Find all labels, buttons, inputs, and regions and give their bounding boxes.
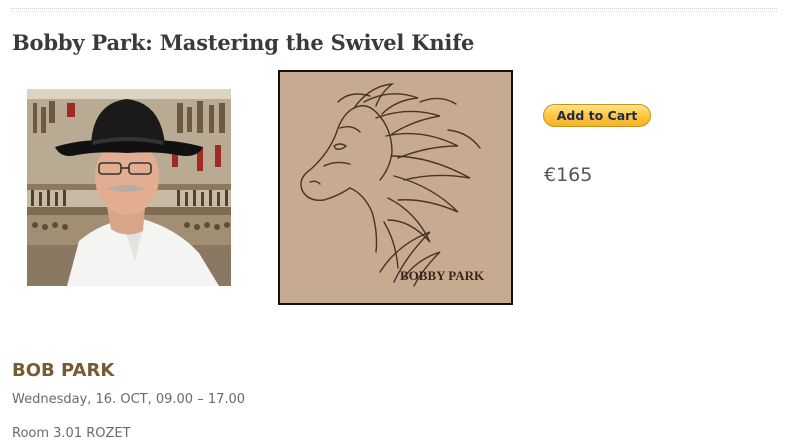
add-to-cart-button[interactable]: Add to Cart bbox=[543, 104, 651, 127]
top-divider-secondary bbox=[11, 11, 777, 12]
artwork-signature: BOBBY PARK bbox=[400, 268, 485, 283]
price-label: €165 bbox=[544, 164, 593, 186]
presenter-photo bbox=[27, 89, 231, 286]
swivel-knife-artwork: BOBBY PARK bbox=[278, 70, 513, 305]
horse-head-carving-image: BOBBY PARK bbox=[280, 72, 511, 303]
top-divider bbox=[11, 8, 777, 9]
page-title: Bobby Park: Mastering the Swivel Knife bbox=[12, 30, 475, 55]
presenter-photo-image bbox=[27, 89, 231, 286]
session-schedule: Wednesday, 16. OCT, 09.00 – 17.00 bbox=[12, 392, 246, 407]
presenter-name: BOB PARK bbox=[12, 360, 115, 381]
session-room: Room 3.01 ROZET bbox=[12, 426, 131, 441]
